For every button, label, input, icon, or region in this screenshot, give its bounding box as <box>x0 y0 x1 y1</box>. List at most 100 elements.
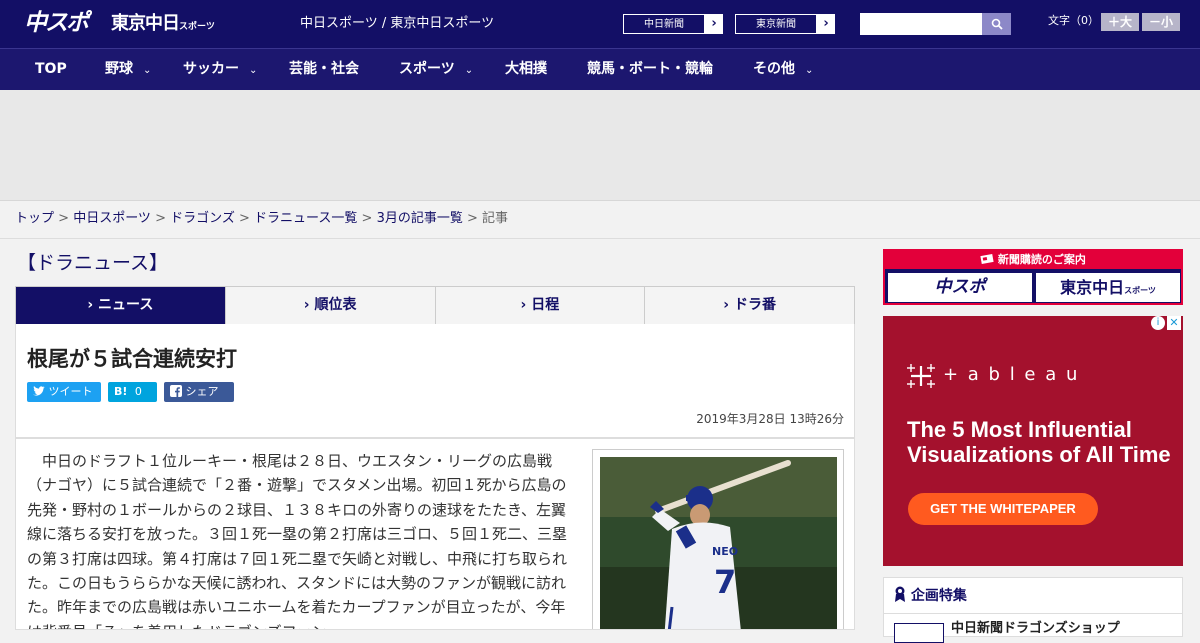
site-header: 中スポ 東京中日スポーツ 中日スポーツ / 東京中日スポーツ 中日新聞 › 東京… <box>0 0 1200 48</box>
chunichi-shimbun-link[interactable]: 中日新聞 › <box>622 13 724 35</box>
nav-item-label: 競馬・ボート・競輪 <box>587 61 713 77</box>
ad-choices[interactable]: i ✕ <box>1151 316 1181 330</box>
font-size-label: 文字（0） <box>1048 14 1099 27</box>
tab-schedule[interactable]: › 日程 <box>436 287 646 324</box>
subscribe-chuspo-link[interactable]: 中スポ <box>888 273 1032 302</box>
facebook-share-button[interactable]: シェア 0 <box>164 382 234 418</box>
breadcrumb-separator: > <box>234 211 255 226</box>
font-bigger-button[interactable]: ＋大 <box>1101 13 1139 31</box>
player-photo-image: NEO 7 <box>600 457 837 629</box>
nav-item-soccer[interactable]: サッカー ⌄ <box>183 49 257 90</box>
tokyo-shimbun-link[interactable]: 東京新聞 › <box>734 13 836 35</box>
tab-standings[interactable]: › 順位表 <box>226 287 436 324</box>
feature-thumbnail[interactable] <box>894 623 944 643</box>
nav-item-label: 芸能・社会 <box>289 61 359 77</box>
nav-item-sumo[interactable]: 大相撲 <box>505 49 547 90</box>
nav-item-label: サッカー <box>183 61 239 77</box>
feature-header: 企画特集 <box>884 578 1182 614</box>
breadcrumb-item-top[interactable]: トップ <box>15 211 54 226</box>
article-photo[interactable]: NEO 7 <box>592 449 844 629</box>
top-ad-area <box>0 90 1200 201</box>
search-input[interactable] <box>860 13 982 35</box>
nav-item-label: その他 <box>753 61 795 77</box>
hatena-count: 0 <box>134 385 142 398</box>
subscription-title-text: 新聞購読のご案内 <box>997 253 1086 266</box>
subscribe-tokyo-chunichi-small: スポーツ <box>1124 286 1156 295</box>
nav-item-entertainment[interactable]: 芸能・社会 <box>289 49 359 90</box>
tab-label: 順位表 <box>314 297 357 313</box>
facebook-icon <box>170 385 182 397</box>
hatena-icon: B! <box>114 385 128 398</box>
close-icon[interactable]: ✕ <box>1167 316 1181 330</box>
tab-doraban[interactable]: › ドラ番 <box>645 287 854 324</box>
newspaper-icon <box>980 254 994 264</box>
breadcrumb-item-dragons[interactable]: ドラゴンズ <box>170 211 235 226</box>
facebook-share-label: シェア <box>185 385 219 398</box>
nav-item-other[interactable]: その他 ⌄ <box>753 49 813 90</box>
site-tagline: 中日スポーツ / 東京中日スポーツ <box>300 16 495 31</box>
chevron-right-icon: › <box>303 297 310 313</box>
hatena-bookmark-button[interactable]: B! 0 <box>108 382 157 402</box>
facebook-share-count: 0 <box>170 405 177 418</box>
nav-item-sports[interactable]: スポーツ ⌄ <box>399 49 473 90</box>
subscription-banner[interactable]: 新聞購読のご案内 中スポ 東京中日スポーツ <box>883 249 1183 305</box>
tableau-logo-icon <box>907 364 935 388</box>
article-header: 根尾が５試合連続安打 ツイート B! 0 シェア 0 2019年3月28日 13… <box>15 324 855 438</box>
search-button[interactable] <box>982 13 1011 35</box>
chevron-right-icon: › <box>520 297 527 313</box>
chevron-down-icon: ⌄ <box>249 65 258 76</box>
breadcrumb-item-march[interactable]: 3月の記事一覧 <box>377 211 463 226</box>
tokyo-shimbun-label: 東京新聞 <box>735 14 817 34</box>
tableau-brand-text: + a b l e a u <box>943 364 1080 385</box>
nav-item-label: スポーツ <box>399 61 455 77</box>
tweet-label: ツイート <box>48 385 93 398</box>
chevron-down-icon: ⌄ <box>143 65 152 76</box>
tab-label: ドラ番 <box>733 297 776 313</box>
nav-item-label: 野球 <box>105 61 133 77</box>
breadcrumb-separator: > <box>54 211 74 226</box>
nav-item-top[interactable]: TOP <box>35 49 67 90</box>
nav-item-baseball[interactable]: 野球 ⌄ <box>105 49 151 90</box>
tokyo-chunichi-logo-small: スポーツ <box>179 22 215 32</box>
feature-title: 企画特集 <box>910 588 967 604</box>
info-icon[interactable]: i <box>1151 316 1165 330</box>
chuspo-logo[interactable]: 中スポ <box>24 8 89 38</box>
search-icon <box>991 18 1003 30</box>
breadcrumb-separator: > <box>150 211 171 226</box>
chunichi-shimbun-label: 中日新聞 <box>623 14 705 34</box>
section-title: 【ドラニュース】 <box>17 252 169 274</box>
chevron-right-icon: › <box>711 16 717 31</box>
main-nav: TOP 野球 ⌄ サッカー ⌄ 芸能・社会 スポーツ ⌄ 大相撲 競馬・ボート・競輪 … <box>0 48 1200 90</box>
tokyo-chunichi-logo[interactable]: 東京中日スポーツ <box>111 12 215 39</box>
breadcrumb-separator: > <box>357 211 377 226</box>
twitter-icon <box>33 386 45 396</box>
tweet-button[interactable]: ツイート <box>27 382 101 402</box>
search-box <box>860 13 1011 35</box>
jersey-number-text: 7 <box>714 563 736 601</box>
article-title: 根尾が５試合連続安打 <box>27 347 237 371</box>
breadcrumb: トップ > 中日スポーツ > ドラゴンズ > ドラニュース一覧 > 3月の記事一… <box>15 211 508 227</box>
tab-label: 日程 <box>531 297 560 313</box>
breadcrumb-item-chuspo[interactable]: 中日スポーツ <box>73 211 151 226</box>
article-text: 中日のドラフト１位ルーキー・根尾は２８日、ウエスタン・リーグの広島戦（ナゴヤ）に… <box>27 452 568 629</box>
subscribe-tokyo-chunichi-text: 東京中日 <box>1060 278 1125 297</box>
feature-item-link[interactable]: 中日新聞ドラゴンズショップ <box>951 621 1120 637</box>
ad-headline: The 5 Most Influential Visualizations of… <box>907 417 1171 467</box>
subscribe-tokyo-chunichi-link[interactable]: 東京中日スポーツ <box>1036 273 1180 302</box>
subscription-banner-title: 新聞購読のご案内 <box>885 251 1181 269</box>
feature-box: 企画特集 中日新聞ドラゴンズショップ <box>883 577 1183 643</box>
tab-news[interactable]: › ニュース <box>16 287 226 332</box>
chevron-down-icon: ⌄ <box>464 65 474 76</box>
nav-item-racing[interactable]: 競馬・ボート・競輪 <box>587 49 713 90</box>
nav-item-label: 大相撲 <box>505 61 547 77</box>
tableau-ad[interactable]: i ✕ + a b l e a u The 5 Most Influential… <box>883 316 1183 566</box>
jersey-name-text: NEO <box>712 545 738 558</box>
article-body: 中日のドラフト１位ルーキー・根尾は２８日、ウエスタン・リーグの広島戦（ナゴヤ）に… <box>15 438 855 630</box>
divider <box>0 238 1200 239</box>
ad-cta-button[interactable]: GET THE WHITEPAPER <box>908 493 1098 525</box>
breadcrumb-item-dranews[interactable]: ドラニュース一覧 <box>254 211 357 226</box>
font-smaller-button[interactable]: －小 <box>1142 13 1180 31</box>
article-date: 2019年3月28日 13時26分 <box>696 412 844 426</box>
chevron-right-icon: › <box>723 297 730 313</box>
breadcrumb-current: 記事 <box>482 211 509 226</box>
